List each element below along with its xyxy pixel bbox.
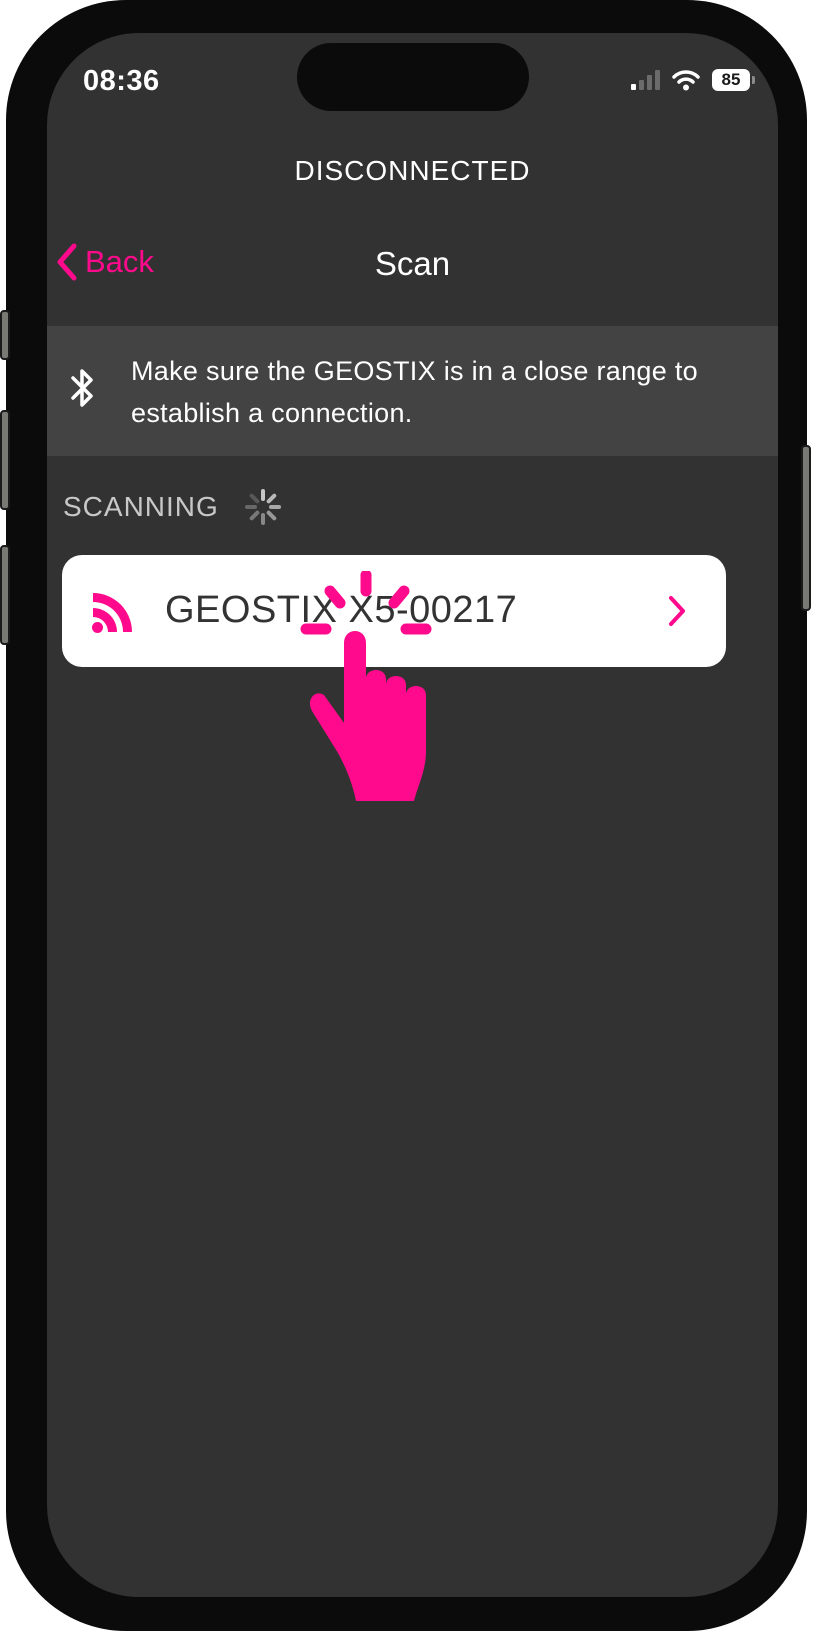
- dynamic-island: [297, 43, 529, 111]
- volume-up-button: [0, 410, 10, 510]
- status-icons: 85: [631, 69, 755, 91]
- phone-frame: 08:36 85 DISCONNECTED Back Scan Make sur…: [0, 0, 811, 1631]
- loading-spinner-icon: [245, 489, 281, 525]
- app-screen: 08:36 85 DISCONNECTED Back Scan Make sur…: [47, 33, 778, 1597]
- action-button: [0, 310, 10, 360]
- info-text: Make sure the GEOSTIX is in a close rang…: [131, 356, 698, 428]
- scanning-label: SCANNING: [63, 491, 219, 522]
- status-time: 08:36: [83, 65, 160, 97]
- power-button: [801, 445, 811, 611]
- volume-down-button: [0, 545, 10, 645]
- cellular-signal-icon: [631, 70, 660, 90]
- battery-icon: 85: [712, 69, 755, 91]
- rss-signal-icon: [92, 593, 132, 633]
- connection-status: DISCONNECTED: [294, 155, 531, 186]
- page-title: Scan: [374, 245, 451, 282]
- tap-hand-icon: [300, 571, 432, 801]
- info-banner: Make sure the GEOSTIX is in a close rang…: [47, 326, 778, 456]
- wifi-icon: [672, 70, 700, 91]
- bluetooth-icon: [71, 369, 93, 407]
- chevron-right-icon: [669, 596, 685, 626]
